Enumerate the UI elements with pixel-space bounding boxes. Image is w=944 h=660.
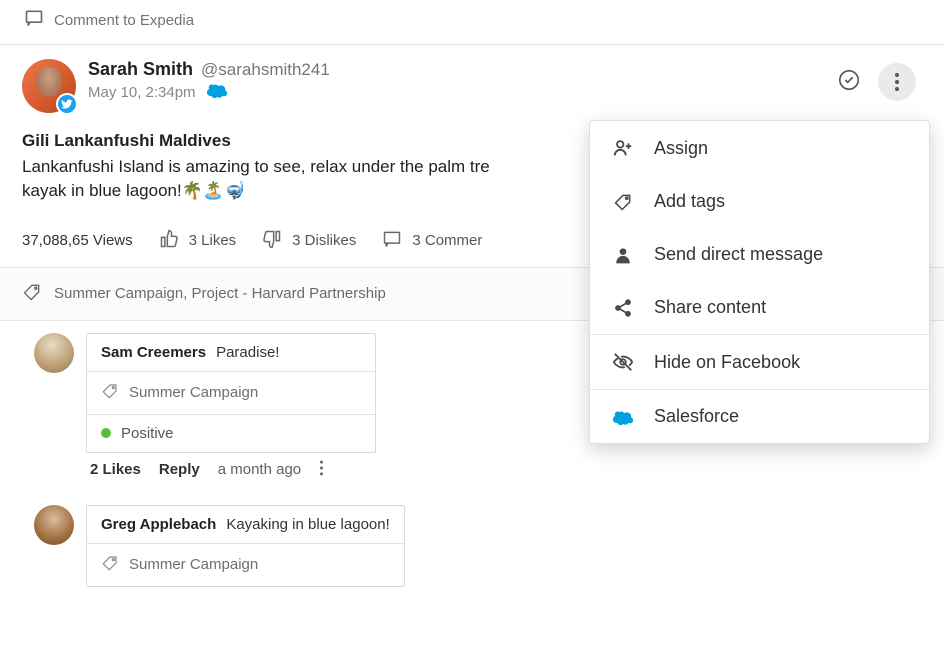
tag-icon (101, 554, 119, 576)
comment-item: Greg Applebach Kayaking in blue lagoon! … (34, 505, 922, 587)
comment-avatar[interactable] (34, 333, 74, 373)
comment-more-icon[interactable] (319, 459, 324, 481)
thumbs-up-icon (159, 229, 179, 253)
comment-sentiment: Positive (121, 425, 174, 442)
menu-add-tags[interactable]: Add tags (590, 175, 929, 228)
post-timestamp: May 10, 2:34pm (88, 84, 196, 101)
comment-author[interactable]: Greg Applebach (101, 516, 216, 533)
comment-icon (24, 8, 44, 32)
author-block: Sarah Smith @sarahsmith241 May 10, 2:34p… (88, 59, 330, 102)
more-options-menu: Assign Add tags Send direct message Shar… (589, 120, 930, 444)
salesforce-cloud-icon (612, 408, 634, 426)
menu-hide-facebook[interactable]: Hide on Facebook (590, 335, 929, 389)
salesforce-cloud-icon (206, 82, 228, 102)
topbar: Comment to Expedia (0, 0, 944, 45)
check-circle-icon[interactable] (838, 69, 860, 95)
comment-tag[interactable]: Summer Campaign (129, 384, 258, 401)
sentiment-positive-icon (101, 428, 111, 438)
author-handle[interactable]: @sarahsmith241 (201, 60, 330, 80)
post-tags-text: Summer Campaign, Project - Harvard Partn… (54, 285, 386, 302)
comment-time: a month ago (218, 461, 301, 478)
comment-reply-button[interactable]: Reply (159, 461, 200, 478)
menu-share[interactable]: Share content (590, 281, 929, 334)
author-avatar[interactable] (22, 59, 76, 113)
dislikes-stat[interactable]: 3 Dislikes (262, 229, 356, 253)
topbar-label: Comment to Expedia (54, 12, 194, 29)
more-options-button[interactable] (878, 63, 916, 101)
comment-avatar[interactable] (34, 505, 74, 545)
likes-stat[interactable]: 3 Likes (159, 229, 237, 253)
comment-card: Greg Applebach Kayaking in blue lagoon! … (86, 505, 405, 587)
tag-icon (101, 382, 119, 404)
menu-salesforce[interactable]: Salesforce (590, 390, 929, 443)
author-name[interactable]: Sarah Smith (88, 59, 193, 80)
comment-likes[interactable]: 2 Likes (90, 461, 141, 478)
person-icon (612, 245, 634, 265)
hide-icon (612, 351, 634, 373)
assign-icon (612, 137, 634, 159)
tag-icon (22, 282, 42, 306)
comment-card: Sam Creemers Paradise! Summer Campaign P… (86, 333, 376, 453)
thumbs-down-icon (262, 229, 282, 253)
tag-icon (612, 192, 634, 212)
menu-assign[interactable]: Assign (590, 121, 929, 175)
post-header: Sarah Smith @sarahsmith241 May 10, 2:34p… (0, 45, 944, 113)
comment-text: Kayaking in blue lagoon! (226, 516, 389, 533)
comment-footer: 2 Likes Reply a month ago (86, 453, 376, 493)
menu-send-dm[interactable]: Send direct message (590, 228, 929, 281)
twitter-badge-icon (56, 93, 78, 115)
views-count: 37,088,65 Views (22, 232, 133, 249)
comment-author[interactable]: Sam Creemers (101, 344, 206, 361)
comment-text: Paradise! (216, 344, 279, 361)
comment-tag[interactable]: Summer Campaign (129, 556, 258, 573)
comment-icon (382, 229, 402, 253)
comments-stat[interactable]: 3 Commer (382, 229, 482, 253)
share-icon (612, 298, 634, 318)
